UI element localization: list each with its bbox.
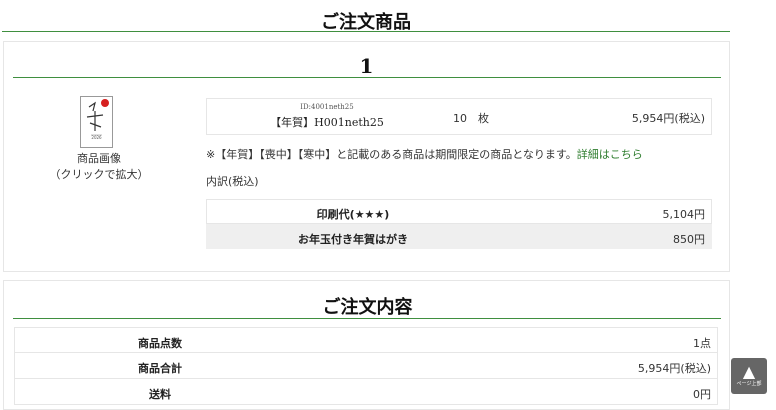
up-arrow-icon: ▲ bbox=[742, 362, 756, 381]
breakdown-row: お年玉付き年賀はがき 850円 bbox=[206, 224, 712, 249]
heading-divider bbox=[2, 31, 730, 32]
summary-row-label: 商品点数 bbox=[138, 337, 182, 350]
breakdown-label: 内訳(税込) bbox=[206, 175, 259, 188]
product-name: 【年賀】H001neth25 bbox=[270, 116, 384, 129]
summary-row: 商品点数 1点 bbox=[14, 327, 718, 353]
summary-row-value: 5,954円(税込) bbox=[637, 362, 711, 375]
summary-divider bbox=[13, 318, 721, 319]
breakdown-row: 印刷代(★★★) 5,104円 bbox=[206, 199, 712, 224]
summary-row-value: 1点 bbox=[693, 337, 711, 350]
item-divider bbox=[13, 77, 721, 78]
breakdown-row-label: お年玉付き年賀はがき bbox=[298, 233, 408, 246]
breakdown-row-value: 5,104円 bbox=[662, 208, 706, 221]
breakdown-row-label: 印刷代(★★★) bbox=[316, 208, 390, 221]
thumb-caption: 商品画像 bbox=[77, 152, 121, 165]
details-link[interactable]: 詳細はこちら bbox=[577, 148, 643, 161]
thumb-year: 2026 bbox=[91, 135, 102, 140]
product-summary-box: ID:4001neth25 【年賀】H001neth25 10 枚 5,954円… bbox=[206, 98, 712, 135]
item-number: 1 bbox=[359, 54, 374, 78]
summary-heading: ご注文内容 bbox=[322, 297, 413, 318]
product-quantity: 10 枚 bbox=[453, 112, 489, 125]
summary-row-label: 商品合計 bbox=[138, 362, 182, 375]
page-top-button[interactable]: ▲ ページ上部 bbox=[731, 358, 767, 394]
product-price: 5,954円(税込) bbox=[631, 112, 705, 125]
product-id: ID:4001neth25 bbox=[300, 103, 354, 111]
breakdown-row-value: 850円 bbox=[673, 233, 705, 246]
order-summary-card: ご注文内容 商品点数 1点 商品合計 5,954円(税込) 送料 0円 bbox=[3, 280, 730, 410]
product-thumbnail[interactable]: 2026 bbox=[80, 96, 113, 148]
order-item-card: 1 2026 商品画像 （クリックで拡大） ID:4001neth25 【年賀】… bbox=[3, 41, 730, 272]
seasonal-notice: ※【年賀】【喪中】【寒中】と記載のある商品は期間限定の商品となります。詳細はこち… bbox=[206, 146, 643, 162]
thumb-zoom-hint[interactable]: （クリックで拡大） bbox=[44, 166, 154, 182]
summary-row: 商品合計 5,954円(税込) bbox=[14, 353, 718, 379]
page-top-label: ページ上部 bbox=[736, 381, 762, 387]
summary-row: 送料 0円 bbox=[14, 379, 718, 405]
notice-text: ※【年賀】【喪中】【寒中】と記載のある商品は期間限定の商品となります。 bbox=[206, 148, 577, 161]
